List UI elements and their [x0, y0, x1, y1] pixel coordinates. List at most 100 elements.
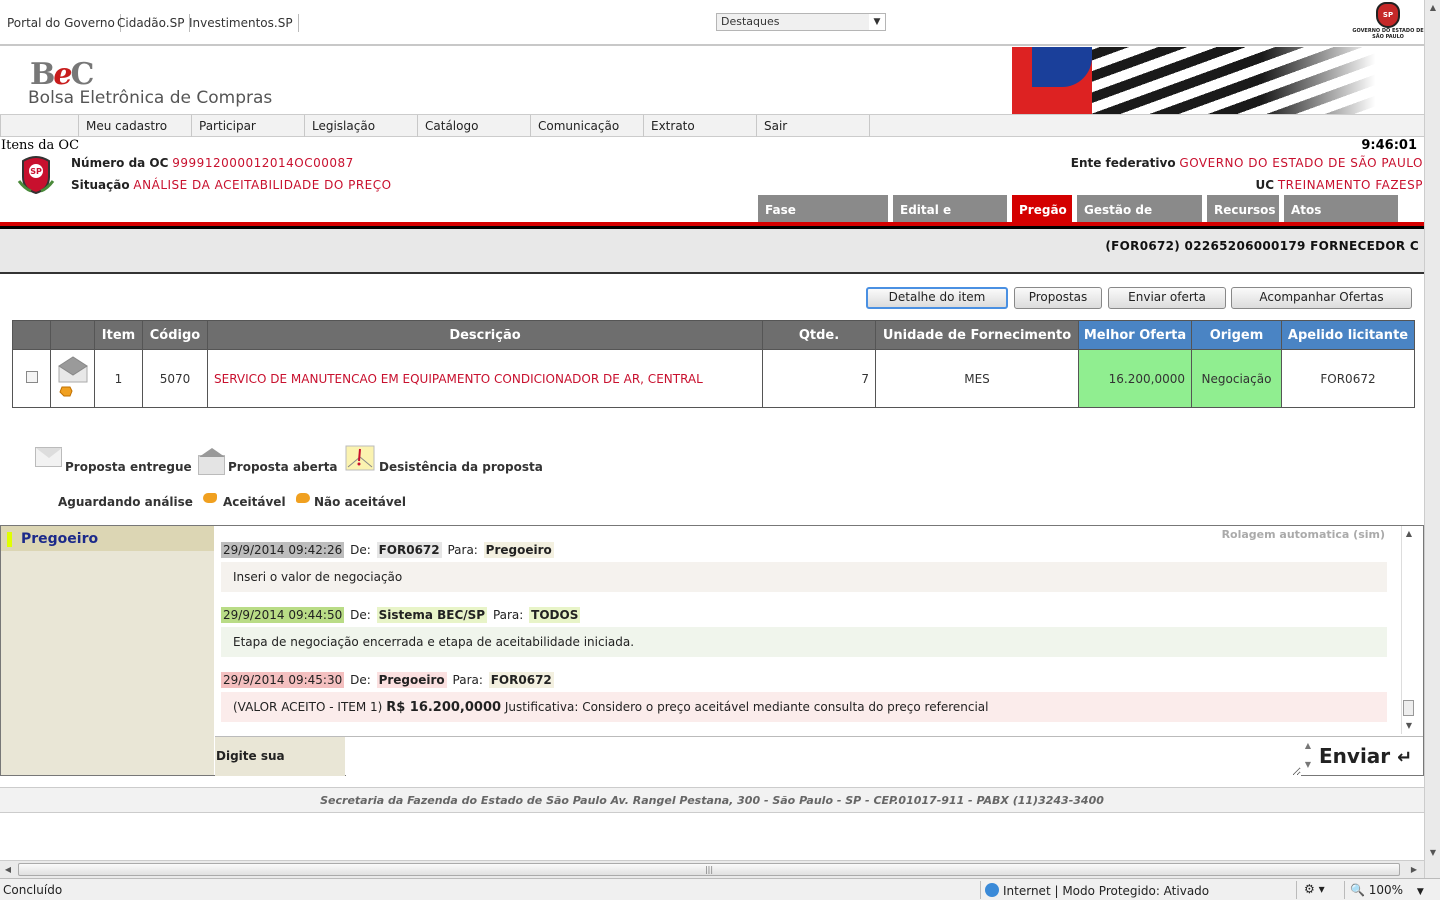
- oc-status: Situação ANÁLISE DA ACEITABILIDADE DO PR…: [71, 178, 392, 192]
- portal-link-cidadao[interactable]: Cidadão.SP: [112, 14, 191, 32]
- desistencia-icon: [345, 445, 375, 471]
- legend-desistencia: Desistência da proposta: [379, 460, 543, 474]
- scroll-thumb[interactable]: |||: [18, 863, 1400, 876]
- tab-edital-anexos[interactable]: Edital e Anexos: [893, 195, 1007, 247]
- detalhe-item-button[interactable]: Detalhe do item: [866, 287, 1008, 309]
- proposta-aberta-legend-icon: [198, 448, 225, 475]
- legend-aguardando: Aguardando análise: [58, 495, 193, 509]
- menu-item-legislacao[interactable]: Legislação: [304, 115, 417, 137]
- aceitavel-hand-icon: [203, 493, 217, 503]
- enviar-oferta-button[interactable]: Enviar oferta: [1108, 287, 1226, 309]
- portal-link-governo[interactable]: Portal do Governo: [2, 14, 121, 32]
- enter-icon: ↵: [1397, 747, 1413, 768]
- legend-aberta: Proposta aberta: [228, 460, 338, 474]
- page-horizontal-scrollbar[interactable]: ◀ ||| ▶: [0, 860, 1424, 878]
- chat-title: Pregoeiro: [21, 531, 99, 547]
- gov-sp-logo[interactable]: SP GOVERNO DO ESTADO DE SÃO PAULO: [1352, 2, 1424, 44]
- menu-item-extrato[interactable]: Extrato: [643, 115, 756, 137]
- security-zone[interactable]: Internet | Modo Protegido: Ativado: [985, 883, 1209, 898]
- message-time: 29/9/2014 09:45:30: [221, 672, 345, 688]
- cell-codigo: 5070: [142, 349, 208, 408]
- menu-item-catalogo[interactable]: Catálogo: [417, 115, 530, 137]
- portal-link-investimentos[interactable]: Investimentos.SP: [184, 14, 299, 32]
- menu-item-sair[interactable]: Sair: [756, 115, 870, 137]
- row-checkbox[interactable]: [25, 371, 38, 383]
- chat-marker: [7, 532, 12, 547]
- menu-item-participar[interactable]: Participar: [191, 115, 304, 137]
- chat-header: Pregoeiro: [1, 526, 214, 551]
- col-select: [12, 320, 51, 350]
- section-title: Itens da OC: [1, 138, 80, 153]
- message-text-suffix: Justificativa: Considero o preço aceitáv…: [504, 700, 989, 714]
- col-status: [50, 320, 95, 350]
- message-header: 29/9/2014 09:45:30 De: Pregoeiro Para: F…: [221, 672, 554, 688]
- tab-pregao[interactable]: Pregão: [1012, 195, 1072, 222]
- uc-value: TREINAMENTO FAZESP: [1277, 178, 1423, 192]
- cell-item: 1: [94, 349, 143, 408]
- acompanhar-ofertas-button[interactable]: Acompanhar Ofertas: [1231, 287, 1412, 309]
- status-text: Concluído: [3, 883, 63, 897]
- tab-gestao-prazos[interactable]: Gestão de Prazos: [1077, 195, 1202, 247]
- scroll-thumb[interactable]: [1403, 700, 1414, 716]
- security-zone-text: Internet | Modo Protegido: Ativado: [1003, 884, 1210, 898]
- bec-logo[interactable]: BeC: [30, 57, 94, 92]
- table-header-row: Item Código Descrição Qtde. Unidade de F…: [12, 320, 1415, 350]
- bec-header: BeC Bolsa Eletrônica de Compras: [0, 47, 1424, 114]
- message-to: TODOS: [529, 607, 581, 623]
- table-row[interactable]: 1 5070 SERVICO DE MANUTENCAO EM EQUIPAME…: [12, 349, 1415, 408]
- scroll-up-icon[interactable]: ▲: [1402, 528, 1416, 540]
- row-status-cell: [50, 349, 95, 408]
- message-body: Inseri o valor de negociação: [221, 562, 1387, 592]
- menu-item-meu-cadastro[interactable]: Meu cadastro: [78, 115, 191, 137]
- scroll-up-icon[interactable]: ▲: [1425, 0, 1440, 16]
- oc-number: Número da OC 999912000012014OC00087: [71, 156, 354, 170]
- tab-atos-decisorios[interactable]: Atos Decisórios: [1284, 195, 1398, 247]
- globe-icon: [985, 883, 999, 897]
- message-time: 29/9/2014 09:44:50: [221, 607, 345, 623]
- scroll-right-icon[interactable]: ▶: [1406, 861, 1422, 879]
- to-label: Para:: [492, 608, 524, 622]
- message-input-spinner[interactable]: ▲ ▼: [1301, 737, 1315, 776]
- message-body: (VALOR ACEITO - ITEM 1) R$ 16.200,0000 J…: [221, 692, 1387, 722]
- proposta-entregue-icon: [35, 447, 62, 467]
- chevron-down-icon: ▼: [869, 14, 885, 30]
- destaques-select[interactable]: Destaques ▼: [716, 13, 886, 31]
- message-from: FOR0672: [376, 542, 442, 558]
- menu-spacer: [0, 115, 79, 137]
- send-button[interactable]: Enviar ↵: [1319, 741, 1419, 771]
- col-item: Item: [94, 320, 143, 350]
- cell-qtde: 7: [762, 349, 876, 408]
- gov-logo-caption: GOVERNO DO ESTADO DE SÃO PAULO: [1352, 28, 1424, 40]
- chat-scrollbar[interactable]: ▲ ▼: [1401, 526, 1415, 734]
- message-text-value: R$ 16.200,0000: [386, 700, 502, 715]
- tab-fase-preparatoria[interactable]: Fase Preparatória: [758, 195, 888, 247]
- message-header: 29/9/2014 09:44:50 De: Sistema BEC/SP Pa…: [221, 607, 581, 623]
- col-qtde: Qtde.: [762, 320, 876, 350]
- chat-log[interactable]: Rolagem automatica (sim) 29/9/2014 09:42…: [215, 526, 1401, 734]
- propostas-button[interactable]: Propostas: [1014, 287, 1102, 309]
- menu-item-comunicacao[interactable]: Comunicação: [530, 115, 643, 137]
- cell-descricao[interactable]: SERVICO DE MANUTENCAO EM EQUIPAMENTO CON…: [207, 349, 763, 408]
- scroll-down-icon[interactable]: ▼: [1425, 845, 1440, 861]
- from-label: De:: [350, 543, 371, 557]
- tab-recursos[interactable]: Recursos: [1207, 195, 1279, 222]
- unidade-compradora: UC TREINAMENTO FAZESP: [1255, 178, 1423, 192]
- message-header: 29/9/2014 09:42:26 De: FOR0672 Para: Pre…: [221, 542, 554, 558]
- popup-settings-icon[interactable]: ⚙ ▾: [1304, 882, 1325, 896]
- from-label: De:: [350, 673, 371, 687]
- ente-label: Ente federativo: [1070, 156, 1176, 170]
- zoom-level[interactable]: 🔍 100% ▼: [1350, 883, 1424, 897]
- message-to: Pregoeiro: [483, 542, 554, 558]
- ente-value: GOVERNO DO ESTADO DE SÃO PAULO: [1179, 156, 1423, 170]
- items-table: Item Código Descrição Qtde. Unidade de F…: [12, 320, 1415, 408]
- row-checkbox-cell: [12, 349, 51, 408]
- autoscroll-toggle[interactable]: Rolagem automatica (sim): [1222, 528, 1385, 541]
- proposta-aberta-icon[interactable]: [57, 356, 88, 398]
- sp-flag-banner: [1012, 47, 1424, 114]
- message-input[interactable]: [346, 737, 1301, 776]
- zoom-icon: 🔍: [1350, 883, 1365, 897]
- page-vertical-scrollbar[interactable]: ▲ ▼: [1424, 0, 1440, 878]
- scroll-down-icon[interactable]: ▼: [1402, 720, 1416, 732]
- clock: 9:46:01: [1361, 138, 1417, 153]
- scroll-left-icon[interactable]: ◀: [0, 861, 16, 879]
